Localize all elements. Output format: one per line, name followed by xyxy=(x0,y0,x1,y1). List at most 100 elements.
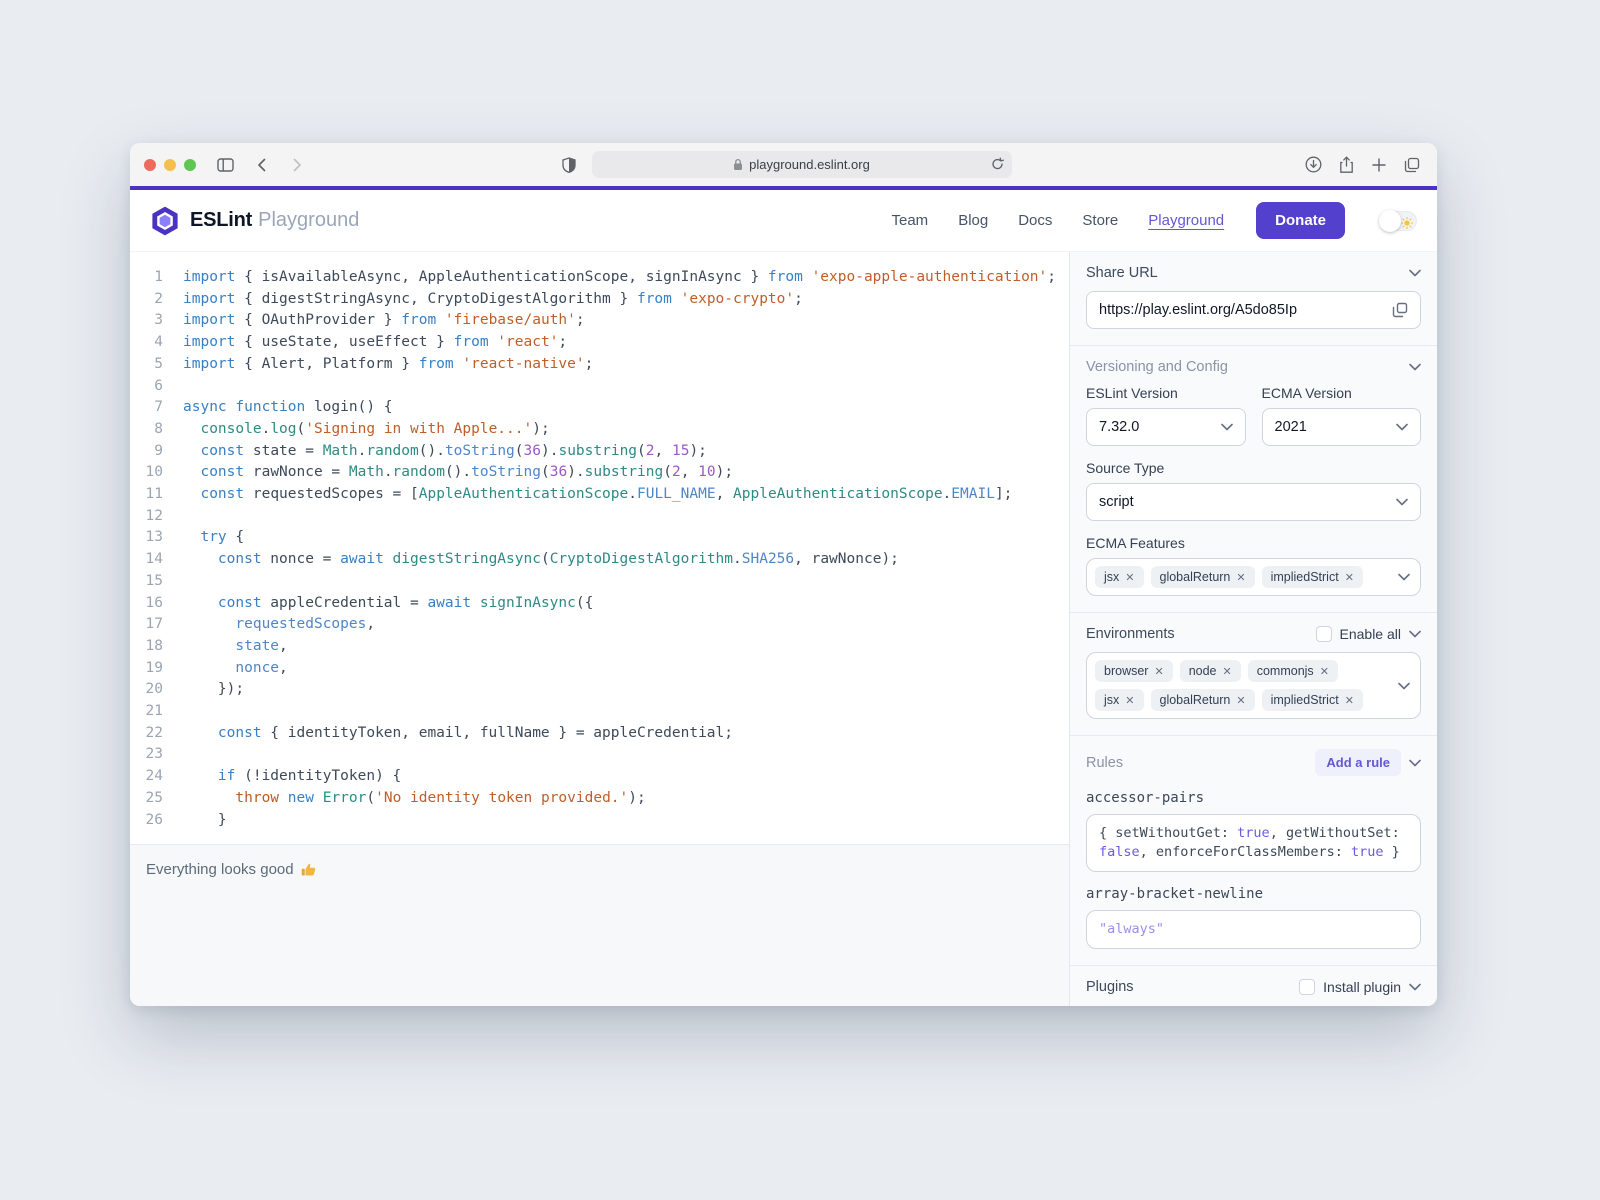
nav-item-blog[interactable]: Blog xyxy=(958,212,988,229)
environments-multiselect[interactable]: browser✕node✕commonjs✕jsx✕globalReturn✕i… xyxy=(1086,652,1421,719)
code-line[interactable]: 14 const nonce = await digestStringAsync… xyxy=(130,549,1069,571)
share-url-input[interactable]: https://play.eslint.org/A5do85Ip xyxy=(1086,291,1421,329)
chip-remove-icon[interactable]: ✕ xyxy=(1125,694,1134,707)
line-number: 16 xyxy=(130,593,163,615)
copy-icon[interactable] xyxy=(1392,302,1408,318)
code-text: state, xyxy=(163,636,288,658)
chip-remove-icon[interactable]: ✕ xyxy=(1345,571,1354,584)
chip-remove-icon[interactable]: ✕ xyxy=(1236,571,1245,584)
code-line[interactable]: 13 try { xyxy=(130,527,1069,549)
code-line[interactable]: 9 const state = Math.random().toString(3… xyxy=(130,441,1069,463)
config-sidebar: Share URL https://play.eslint.org/A5do85… xyxy=(1069,252,1437,1006)
code-line[interactable]: 26 } xyxy=(130,810,1069,832)
theme-toggle[interactable] xyxy=(1379,211,1417,231)
eslint-version-select[interactable]: 7.32.0 xyxy=(1086,408,1246,446)
reload-icon[interactable] xyxy=(991,157,1004,174)
plugins-title: Plugins xyxy=(1086,979,1134,995)
share-icon[interactable] xyxy=(1333,152,1359,178)
code-line[interactable]: 3import { OAuthProvider } from 'firebase… xyxy=(130,310,1069,332)
source-type-select[interactable]: script xyxy=(1086,483,1421,521)
install-plugin-checkbox[interactable] xyxy=(1299,979,1315,995)
chip-remove-icon[interactable]: ✕ xyxy=(1236,694,1245,707)
ecma-version-value: 2021 xyxy=(1275,419,1307,435)
code-line[interactable]: 5import { Alert, Platform } from 'react-… xyxy=(130,354,1069,376)
code-line[interactable]: 23 xyxy=(130,744,1069,766)
code-line[interactable]: 10 const rawNonce = Math.random().toStri… xyxy=(130,462,1069,484)
code-text: console.log('Signing in with Apple...'); xyxy=(163,419,550,441)
line-number: 2 xyxy=(130,289,163,311)
chip-remove-icon[interactable]: ✕ xyxy=(1345,694,1354,707)
code-line[interactable]: 18 state, xyxy=(130,636,1069,658)
code-line[interactable]: 19 nonce, xyxy=(130,658,1069,680)
code-line[interactable]: 16 const appleCredential = await signInA… xyxy=(130,593,1069,615)
privacy-shield-icon[interactable] xyxy=(556,152,582,178)
address-bar[interactable]: playground.eslint.org xyxy=(592,151,1012,178)
share-url-title: Share URL xyxy=(1086,265,1158,281)
nav-item-docs[interactable]: Docs xyxy=(1018,212,1052,229)
theme-toggle-knob[interactable] xyxy=(1379,210,1401,232)
new-tab-icon[interactable] xyxy=(1366,152,1392,178)
chip-remove-icon[interactable]: ✕ xyxy=(1320,665,1329,678)
code-line[interactable]: 8 console.log('Signing in with Apple...'… xyxy=(130,419,1069,441)
environments-collapse-icon[interactable] xyxy=(1409,630,1421,638)
chip-browser: browser✕ xyxy=(1095,660,1173,682)
enable-all-checkbox[interactable] xyxy=(1316,626,1332,642)
plugins-section: Plugins Install plugin xyxy=(1070,966,1437,1006)
code-line[interactable]: 22 const { identityToken, email, fullNam… xyxy=(130,723,1069,745)
code-line[interactable]: 24 if (!identityToken) { xyxy=(130,766,1069,788)
code-line[interactable]: 6 xyxy=(130,376,1069,398)
eslint-logo[interactable]: ESLintPlayground xyxy=(150,206,359,236)
share-url-value: https://play.eslint.org/A5do85Ip xyxy=(1099,302,1384,318)
code-text: import { Alert, Platform } from 'react-n… xyxy=(163,354,593,376)
chip-remove-icon[interactable]: ✕ xyxy=(1125,571,1134,584)
lint-status-message: Everything looks good xyxy=(146,861,294,878)
code-line[interactable]: 2import { digestStringAsync, CryptoDiges… xyxy=(130,289,1069,311)
browser-chrome: playground.eslint.org xyxy=(130,143,1437,186)
downloads-icon[interactable] xyxy=(1300,152,1326,178)
code-line[interactable]: 17 requestedScopes, xyxy=(130,614,1069,636)
minimize-window-button[interactable] xyxy=(164,159,176,171)
share-url-collapse-icon[interactable] xyxy=(1409,269,1421,277)
code-line[interactable]: 15 xyxy=(130,571,1069,593)
code-line[interactable]: 25 throw new Error('No identity token pr… xyxy=(130,788,1069,810)
nav-item-playground[interactable]: Playground xyxy=(1148,212,1224,229)
code-line[interactable]: 11 const requestedScopes = [AppleAuthent… xyxy=(130,484,1069,506)
code-line[interactable]: 20 }); xyxy=(130,679,1069,701)
tab-overview-icon[interactable] xyxy=(1399,152,1425,178)
nav-item-team[interactable]: Team xyxy=(892,212,929,229)
thumbs-up-icon xyxy=(300,861,317,878)
close-window-button[interactable] xyxy=(144,159,156,171)
back-button[interactable] xyxy=(248,152,274,178)
rule-config-accessor-pairs[interactable]: { setWithoutGet: true, getWithoutSet: fa… xyxy=(1086,814,1421,872)
add-rule-button[interactable]: Add a rule xyxy=(1315,749,1401,776)
code-editor[interactable]: 1import { isAvailableAsync, AppleAuthent… xyxy=(130,252,1069,845)
nav-item-store[interactable]: Store xyxy=(1082,212,1118,229)
ecma-features-multiselect[interactable]: jsx✕globalReturn✕impliedStrict✕ xyxy=(1086,558,1421,596)
code-text: import { isAvailableAsync, AppleAuthenti… xyxy=(163,267,1056,289)
zoom-window-button[interactable] xyxy=(184,159,196,171)
plugins-collapse-icon[interactable] xyxy=(1409,983,1421,991)
chevron-down-icon xyxy=(1398,573,1410,581)
versioning-collapse-icon[interactable] xyxy=(1409,363,1421,371)
line-number: 8 xyxy=(130,419,163,441)
forward-button[interactable] xyxy=(284,152,310,178)
line-number: 22 xyxy=(130,723,163,745)
line-number: 21 xyxy=(130,701,163,723)
code-text: } xyxy=(163,810,227,832)
versioning-title: Versioning and Config xyxy=(1086,359,1228,375)
rules-title: Rules xyxy=(1086,755,1123,771)
code-line[interactable]: 12 xyxy=(130,506,1069,528)
rules-collapse-icon[interactable] xyxy=(1409,759,1421,767)
sidebar-toggle-icon[interactable] xyxy=(212,152,238,178)
code-line[interactable]: 1import { isAvailableAsync, AppleAuthent… xyxy=(130,267,1069,289)
ecma-version-select[interactable]: 2021 xyxy=(1262,408,1422,446)
donate-button[interactable]: Donate xyxy=(1256,202,1345,239)
code-line[interactable]: 7async function login() { xyxy=(130,397,1069,419)
code-line[interactable]: 21 xyxy=(130,701,1069,723)
chip-remove-icon[interactable]: ✕ xyxy=(1223,665,1232,678)
code-line[interactable]: 4import { useState, useEffect } from 're… xyxy=(130,332,1069,354)
site-header: ESLintPlayground Team Blog Docs Store Playgr… xyxy=(130,190,1437,252)
chip-remove-icon[interactable]: ✕ xyxy=(1154,665,1163,678)
rule-config-array-bracket-newline[interactable]: "always" xyxy=(1086,910,1421,949)
code-text: try { xyxy=(163,527,244,549)
